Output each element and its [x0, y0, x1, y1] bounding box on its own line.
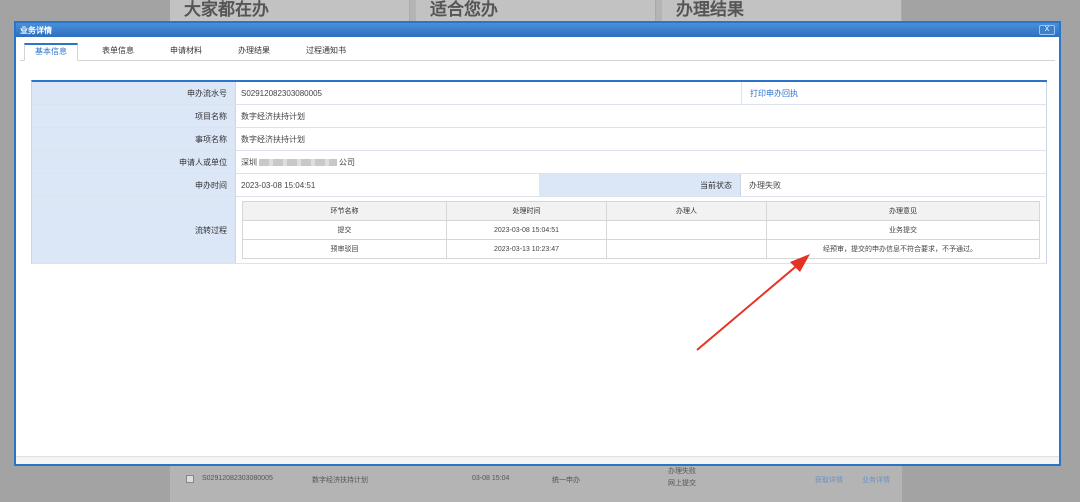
red-arrow-annotation — [696, 254, 810, 351]
arrow-shaft — [696, 262, 801, 351]
